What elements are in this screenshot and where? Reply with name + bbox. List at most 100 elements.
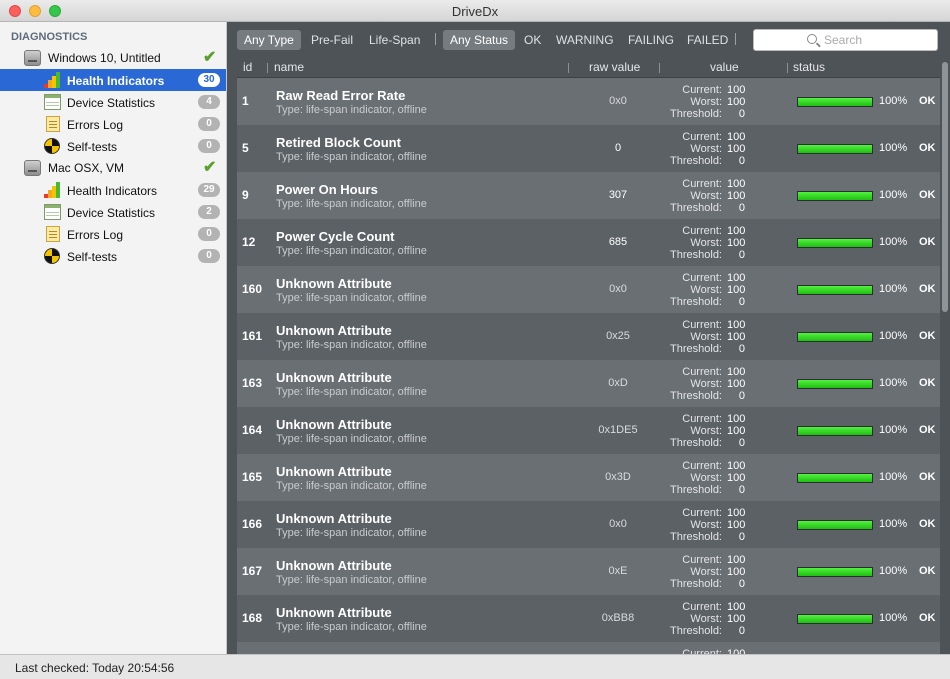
- health-percent: 100%: [879, 471, 908, 483]
- value-threshold: 0: [738, 343, 745, 355]
- raw-value: 0x25: [606, 330, 630, 342]
- health-percent: 100%: [879, 330, 908, 342]
- sidebar-item-errors-log[interactable]: Errors Log 0: [0, 223, 226, 245]
- bar-chart-icon: [44, 182, 61, 198]
- count-badge: 0: [198, 227, 220, 241]
- status-text: OK: [919, 142, 936, 154]
- health-bar: [797, 238, 873, 248]
- filter-status-failed[interactable]: FAILED: [680, 30, 735, 50]
- health-bar: [797, 332, 873, 342]
- column-header-raw-value[interactable]: raw value: [589, 60, 640, 74]
- attribute-type: Type: life-span indicator, offline: [276, 104, 427, 116]
- filter-status-any-status[interactable]: Any Status: [443, 30, 516, 50]
- sidebar-item-errors-log[interactable]: Errors Log 0: [0, 113, 226, 135]
- attribute-name: Unknown Attribute: [276, 276, 392, 291]
- sidebar-item-label: Self-tests: [67, 140, 118, 154]
- attribute-name: Unknown Attribute: [276, 511, 392, 526]
- filter-type-any-type[interactable]: Any Type: [237, 30, 301, 50]
- status-text: OK: [919, 518, 936, 530]
- column-header-value[interactable]: value: [710, 60, 739, 74]
- value-label-worst: Worst:: [690, 566, 722, 578]
- status-text: OK: [919, 565, 936, 577]
- scrollbar-thumb[interactable]: [942, 62, 948, 312]
- sidebar-item-label: Errors Log: [67, 228, 124, 242]
- column-separator: [787, 63, 788, 73]
- sidebar-item-health-indicators[interactable]: Health Indicators 29: [0, 179, 226, 201]
- health-percent: 100%: [879, 189, 908, 201]
- table-icon: [44, 94, 61, 110]
- sidebar-item-self-tests[interactable]: Self-tests 0: [0, 245, 226, 267]
- table-row[interactable]: 161 Unknown Attribute Type: life-span indi…: [237, 313, 940, 360]
- table-row[interactable]: 165 Unknown Attribute Type: life-span indi…: [237, 454, 940, 501]
- sidebar-item-label: Self-tests: [67, 250, 118, 264]
- value-current: 100: [727, 272, 746, 284]
- raw-value: 0x0: [609, 283, 627, 295]
- filter-type-pre-fail[interactable]: Pre-Fail: [304, 30, 360, 50]
- filter-status-warning[interactable]: WARNING: [549, 30, 621, 50]
- drive-row[interactable]: Mac OSX, VM ✔: [0, 157, 226, 179]
- health-percent: 100%: [879, 377, 908, 389]
- sidebar-item-device-statistics[interactable]: Device Statistics 2: [0, 201, 226, 223]
- table-row[interactable]: 1 Raw Read Error Rate Type: life-span indi…: [237, 78, 940, 125]
- filter-status-failing[interactable]: FAILING: [621, 30, 681, 50]
- value-label-current: Current:: [682, 554, 722, 566]
- table-row[interactable]: 168 Unknown Attribute Type: life-span indi…: [237, 595, 940, 642]
- value-current: 100: [727, 413, 746, 425]
- health-bar: [797, 473, 873, 483]
- filter-status-ok[interactable]: OK: [517, 30, 548, 50]
- health-bar-fill: [798, 145, 872, 153]
- value-threshold: 0: [738, 531, 745, 543]
- table-row[interactable]: 167 Unknown Attribute Type: life-span indi…: [237, 548, 940, 595]
- attribute-type: Type: life-span indicator, offline: [276, 621, 427, 633]
- attribute-name: Unknown Attribute: [276, 323, 392, 338]
- sidebar-item-self-tests[interactable]: Self-tests 0: [0, 135, 226, 157]
- health-bar: [797, 520, 873, 530]
- attribute-id: 166: [242, 517, 263, 531]
- column-header-name[interactable]: name: [274, 60, 304, 74]
- raw-value: 685: [608, 236, 628, 248]
- table-row[interactable]: 163 Unknown Attribute Type: life-span indi…: [237, 360, 940, 407]
- attribute-type: Type: life-span indicator, offline: [276, 151, 427, 163]
- sidebar-item-device-statistics[interactable]: Device Statistics 4: [0, 91, 226, 113]
- value-current: 100: [727, 84, 746, 96]
- table-row[interactable]: 166 Unknown Attribute Type: life-span indi…: [237, 501, 940, 548]
- value-worst: 100: [727, 519, 746, 531]
- health-percent: 100%: [879, 424, 908, 436]
- table-row[interactable]: 160 Unknown Attribute Type: life-span indi…: [237, 266, 940, 313]
- filter-type-life-span[interactable]: Life-Span: [362, 30, 427, 50]
- column-header-status[interactable]: status: [793, 60, 825, 74]
- health-bar: [797, 567, 873, 577]
- value-current: 100: [727, 366, 746, 378]
- health-bar-fill: [798, 474, 872, 482]
- value-label-threshold: Threshold:: [670, 625, 722, 637]
- table-row[interactable]: Current: 100: [237, 642, 940, 654]
- value-worst: 100: [727, 284, 746, 296]
- value-label-worst: Worst:: [690, 190, 722, 202]
- sidebar-item-label: Device Statistics: [67, 206, 156, 220]
- status-bar: Last checked: Today 20:54:56: [0, 654, 950, 679]
- attribute-name: Unknown Attribute: [276, 558, 392, 573]
- sidebar-item-health-indicators[interactable]: Health Indicators 30: [0, 69, 226, 91]
- column-separator: [659, 63, 660, 73]
- table-row[interactable]: 12 Power Cycle Count Type: life-span indic…: [237, 219, 940, 266]
- attribute-name: Unknown Attribute: [276, 370, 392, 385]
- table-header: id name raw value value status: [237, 58, 940, 78]
- attribute-name: Retired Block Count: [276, 135, 401, 150]
- value-current: 100: [727, 507, 746, 519]
- count-badge: 30: [198, 73, 220, 87]
- drive-row[interactable]: Windows 10, Untitled ✔: [0, 47, 226, 69]
- health-bar-fill: [798, 333, 872, 341]
- value-label-current: Current:: [682, 131, 722, 143]
- table-row[interactable]: 164 Unknown Attribute Type: life-span indi…: [237, 407, 940, 454]
- column-header-id[interactable]: id: [243, 60, 252, 74]
- search-input[interactable]: [824, 32, 934, 48]
- health-bar: [797, 426, 873, 436]
- vertical-scrollbar[interactable]: [940, 58, 950, 654]
- table-row[interactable]: 9 Power On Hours Type: life-span indicator…: [237, 172, 940, 219]
- attribute-type: Type: life-span indicator, offline: [276, 292, 427, 304]
- value-threshold: 0: [738, 484, 745, 496]
- attribute-id: 163: [242, 376, 263, 390]
- table-row[interactable]: 5 Retired Block Count Type: life-span indi…: [237, 125, 940, 172]
- search-field[interactable]: [753, 29, 938, 51]
- value-label-worst: Worst:: [690, 519, 722, 531]
